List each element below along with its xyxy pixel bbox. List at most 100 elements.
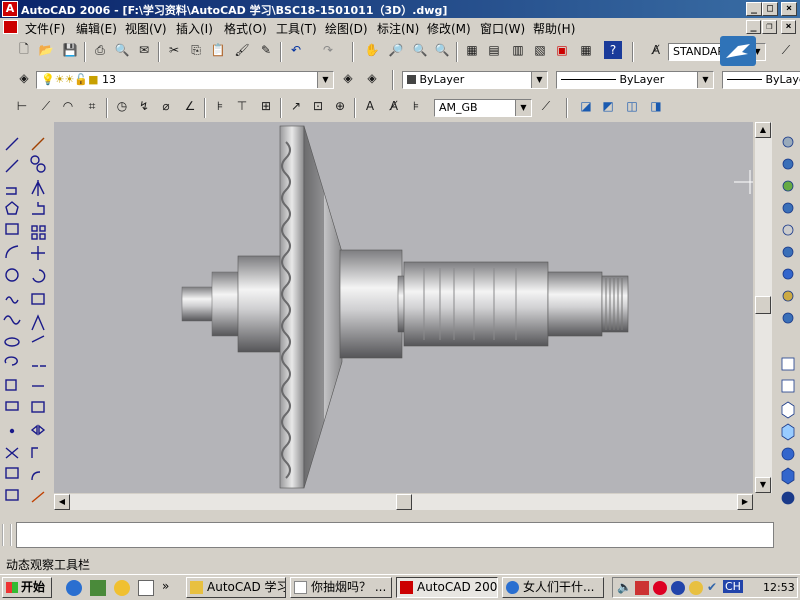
dim-update-icon[interactable]: ⊧	[406, 96, 426, 116]
dim-edit-icon[interactable]: A	[360, 96, 380, 116]
tool-palettes-icon[interactable]: ▥	[508, 40, 528, 60]
doc-restore-button[interactable]: ❐	[762, 20, 777, 34]
tray-app-icon[interactable]	[653, 581, 667, 595]
redo-icon[interactable]: ↷	[318, 40, 338, 60]
ie-icon[interactable]	[66, 580, 82, 596]
design-center-icon[interactable]: ▤	[484, 40, 504, 60]
task-smoking-doc[interactable]: 你抽烟吗？ ...	[290, 577, 392, 598]
autocad-icon[interactable]: A	[2, 1, 18, 17]
orbit-icon[interactable]: ◪	[576, 96, 596, 116]
block-editor-icon[interactable]: ✎	[256, 40, 276, 60]
undo-icon[interactable]: ↶	[286, 40, 306, 60]
menu-format[interactable]: 格式(O)	[224, 20, 267, 37]
command-line-input[interactable]	[16, 522, 774, 548]
print-preview-icon[interactable]: 🔍	[112, 40, 132, 60]
task-browser-page[interactable]: 女人们干什...	[502, 577, 604, 598]
ordinate-dim-icon[interactable]: ⌗	[82, 96, 102, 116]
drawing-canvas[interactable]	[54, 122, 753, 493]
close-button[interactable]: ×	[781, 2, 797, 16]
help-icon[interactable]: ?	[604, 41, 622, 59]
match-properties-icon[interactable]: 🖌	[232, 40, 252, 60]
layer-select[interactable]: 💡☀☀🔓■ 13 ▼	[36, 71, 334, 89]
qq-icon[interactable]	[114, 580, 130, 596]
task-autocad-app[interactable]: AutoCAD 200...	[396, 577, 498, 598]
vertical-scrollbar[interactable]: ▲ ▼	[755, 122, 772, 493]
jogged-dim-icon[interactable]: ↯	[134, 96, 154, 116]
zoom-window-icon[interactable]: 🔍	[410, 40, 430, 60]
minimize-button[interactable]: _	[746, 2, 762, 16]
command-grip[interactable]	[2, 524, 12, 546]
task-autocad-folder[interactable]: AutoCAD 学习	[186, 577, 286, 598]
arc-length-icon[interactable]: ◠	[58, 96, 78, 116]
scroll-right-icon[interactable]: ▶	[737, 494, 753, 510]
radius-dim-icon[interactable]: ◷	[112, 96, 132, 116]
text-style-icon[interactable]: A̸	[646, 40, 666, 60]
menu-tools[interactable]: 工具(T)	[276, 20, 317, 37]
adjust-distance-icon[interactable]: ◨	[646, 96, 666, 116]
scroll-up-icon[interactable]: ▲	[755, 122, 771, 138]
markup-icon[interactable]: ▣	[552, 40, 572, 60]
dim-style-select[interactable]: AM_GB ▼	[434, 99, 532, 117]
free-orbit-icon[interactable]: ◩	[598, 96, 618, 116]
network-icon[interactable]	[671, 581, 685, 595]
new-icon[interactable]: 🗋	[14, 40, 34, 60]
aligned-dim-icon[interactable]: ⟋	[36, 96, 56, 116]
baseline-dim-icon[interactable]: ⊤	[232, 96, 252, 116]
sheet-set-icon[interactable]: ▧	[530, 40, 550, 60]
horizontal-scroll-thumb[interactable]	[396, 494, 412, 510]
tolerance-icon[interactable]: ⊡	[308, 96, 328, 116]
start-button[interactable]: 开始	[2, 577, 52, 598]
menu-draw[interactable]: 绘图(D)	[325, 20, 368, 37]
show-desktop-icon[interactable]	[90, 580, 106, 596]
diameter-dim-icon[interactable]: ⌀	[156, 96, 176, 116]
quick-dim-icon[interactable]: ⊧	[210, 96, 230, 116]
pan-icon[interactable]: ✋	[362, 40, 382, 60]
doc-minimize-button[interactable]: _	[746, 20, 761, 34]
print-icon[interactable]: ⎙	[90, 40, 110, 60]
layer-previous-icon[interactable]: ◈	[362, 68, 382, 88]
doc-close-button[interactable]: ×	[781, 20, 796, 34]
menu-modify[interactable]: 修改(M)	[427, 20, 471, 37]
continuous-orbit-icon[interactable]: ◫	[622, 96, 642, 116]
linear-dim-icon[interactable]: ⊢	[12, 96, 32, 116]
publish-icon[interactable]: ✉	[134, 40, 154, 60]
document-icon[interactable]	[3, 20, 18, 34]
menu-help[interactable]: 帮助(H)	[533, 20, 575, 37]
menu-file[interactable]: 文件(F)	[25, 20, 65, 37]
calculator-icon[interactable]: ▦	[576, 40, 596, 60]
vertical-scroll-thumb[interactable]	[755, 296, 771, 314]
horizontal-scrollbar[interactable]: ◀ ▶	[54, 494, 753, 510]
paste-icon[interactable]: 📋	[208, 40, 228, 60]
menu-insert[interactable]: 插入(I)	[176, 20, 213, 37]
scroll-down-icon[interactable]: ▼	[755, 477, 771, 493]
antivirus-icon[interactable]	[635, 581, 649, 595]
open-icon[interactable]: 📂	[36, 40, 56, 60]
layer-manager-icon[interactable]: ◈	[14, 68, 34, 88]
continue-dim-icon[interactable]: ⊞	[256, 96, 276, 116]
menu-edit[interactable]: 编辑(E)	[76, 20, 117, 37]
angular-dim-icon[interactable]: ∠	[180, 96, 200, 116]
menu-view[interactable]: 视图(V)	[125, 20, 167, 37]
dimension-style-icon[interactable]: ⟋	[536, 96, 556, 116]
menu-dimension[interactable]: 标注(N)	[377, 20, 419, 37]
save-icon[interactable]: 💾	[60, 40, 80, 60]
zoom-realtime-icon[interactable]: 🔎	[386, 40, 406, 60]
scroll-left-icon[interactable]: ◀	[54, 494, 70, 510]
color-select[interactable]: ByLayer ▼	[402, 71, 548, 89]
qq-tray-icon[interactable]	[689, 581, 703, 595]
lineweight-select[interactable]: ByLaye	[722, 71, 800, 89]
linetype-select[interactable]: ByLayer ▼	[556, 71, 714, 89]
menu-window[interactable]: 窗口(W)	[480, 20, 525, 37]
zoom-previous-icon[interactable]: 🔍	[432, 40, 452, 60]
check-icon[interactable]: ✔	[707, 580, 717, 594]
notepad-icon[interactable]	[138, 580, 154, 596]
maximize-button[interactable]: □	[762, 2, 778, 16]
center-mark-icon[interactable]: ⊕	[330, 96, 350, 116]
leader-icon[interactable]: ↗	[286, 96, 306, 116]
dim-text-edit-icon[interactable]: A̸	[384, 96, 404, 116]
quicklaunch-more-icon[interactable]: »	[162, 579, 169, 593]
cut-icon[interactable]: ✂	[164, 40, 184, 60]
properties-icon[interactable]: ▦	[462, 40, 482, 60]
volume-icon[interactable]: 🔈	[617, 580, 632, 594]
dim-style-icon[interactable]: ⟋	[776, 40, 796, 60]
